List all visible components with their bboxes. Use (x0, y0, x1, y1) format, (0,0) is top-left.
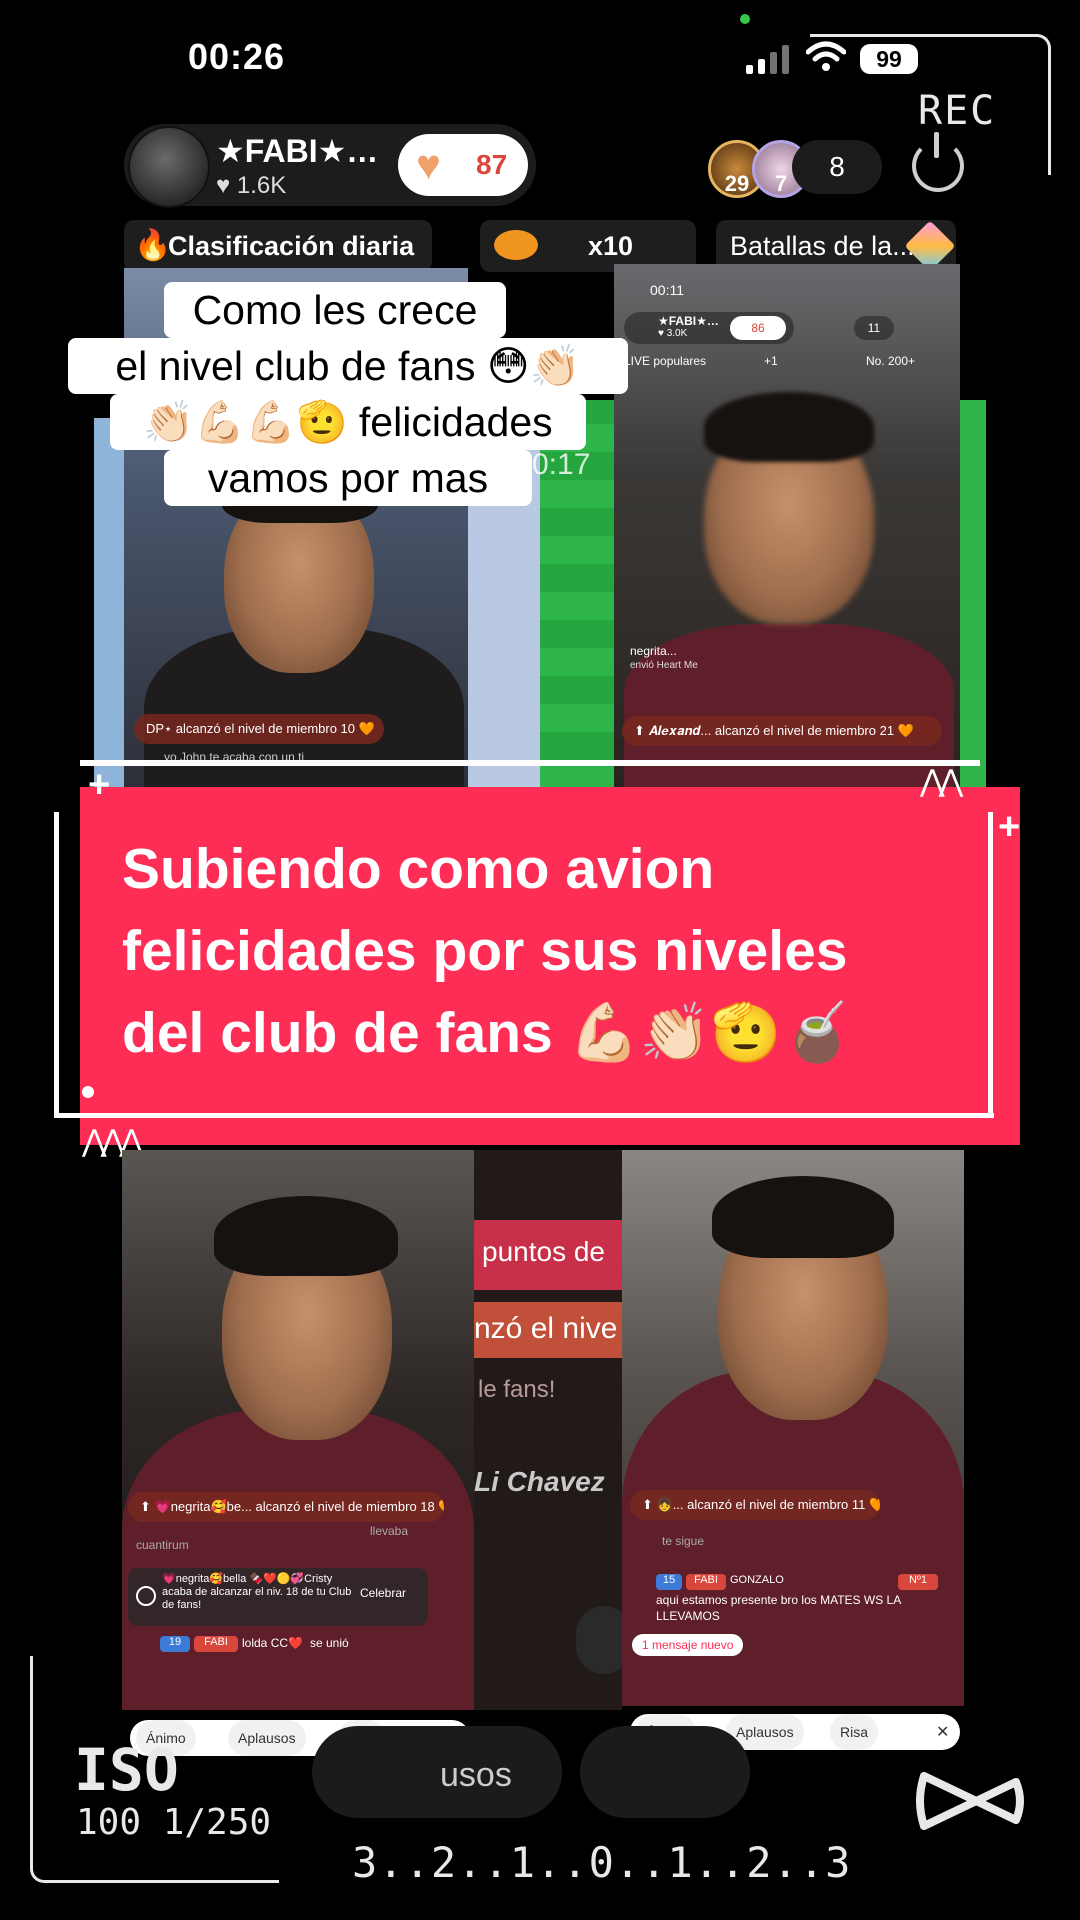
join-user: lolda CC❤️ (242, 1636, 303, 1650)
comment-user: GONZALO (730, 1574, 784, 1586)
plus-decoration: + (998, 806, 1021, 848)
reached-text: nzó el nive (474, 1312, 618, 1345)
capcut-logo-icon (916, 1772, 1024, 1830)
caption-line-1: Como les crece (164, 282, 506, 338)
points-text: puntos de (482, 1236, 605, 1267)
inner-rank: No. 200+ (866, 354, 916, 368)
inner-time: 00:11 (650, 282, 684, 298)
dot-decoration (82, 1086, 94, 1098)
join-text: se unió (310, 1636, 349, 1650)
level-badge: 19 (160, 1636, 190, 1652)
status-time: 00:26 (188, 36, 286, 77)
banner-line-1: Subiendo como avion (122, 837, 715, 901)
underlay-pill (312, 1726, 562, 1818)
banner-line-3: del club de fans 💪🏻👏🏻🫡🧉 (122, 1001, 853, 1065)
fire-icon: 🔥 (134, 229, 172, 262)
notice-text: acaba de alcanzar el niv. 18 de tu Club … (162, 1586, 352, 1611)
host-name: ★FABI★… (216, 133, 379, 169)
member-level-banner: DP⋆ alcanzó el nivel de miembro 10 🧡 (134, 714, 384, 744)
level-badge: 15 (656, 1574, 682, 1590)
rank-badge: Nº1 (898, 1574, 938, 1590)
new-message-button[interactable]: 1 mensaje nuevo (632, 1634, 744, 1656)
member-level-banner: ⬆ 👧... alcanzó el nivel de miembro 11 🧡 (630, 1490, 880, 1520)
inner-live-popular: LIVE populares (624, 354, 707, 368)
signal-icon (746, 44, 792, 74)
exposure-scale: 3..2..1..0..1..2..3 (352, 1838, 852, 1887)
banner-top-rule (80, 760, 980, 766)
comment-text: llevaba (370, 1524, 409, 1538)
live-video-tile-bottom-right[interactable]: ⬆ 👧... alcanzó el nivel de miembro 11 🧡 … (622, 1150, 964, 1706)
notice-user: 💗negrita🥰bella 🍫❤️🟡💞Cristy (162, 1573, 333, 1585)
celebrate-button[interactable]: Celebrar (360, 1586, 406, 1600)
inner-host-likes: ♥ 3.0K (658, 328, 688, 339)
host-avatar[interactable] (128, 126, 210, 208)
caption-line-4: vamos por mas (164, 450, 532, 506)
inner-host-name: ★FABI★… (658, 314, 719, 328)
member-level-banner: ⬆ 💗negrita🥰be... alcanzó el nivel de mie… (128, 1492, 444, 1522)
fan-badge: FABI (686, 1574, 726, 1590)
fans-text: le fans! (478, 1376, 556, 1403)
fan-club-count: 87 (476, 149, 508, 180)
comment-text: cuantirum (136, 1538, 189, 1552)
iso-label: ISO (74, 1736, 179, 1804)
live-video-tile-top-right[interactable]: 00:11 ★FABI★… ♥ 3.0K 86 11 LIVE populare… (614, 264, 960, 788)
camera-indicator-dot (740, 14, 750, 24)
inner-fan-club-count: 86 (730, 316, 786, 340)
banner-title: Subiendo como avion felicidades por sus … (122, 828, 992, 1074)
plus-decoration: + (88, 764, 111, 806)
iso-value: 100 1/250 (76, 1802, 272, 1843)
live-video-tile-bottom-left[interactable]: ⬆ 💗negrita🥰be... alcanzó el nivel de mie… (122, 1150, 474, 1710)
close-icon[interactable]: ✕ (936, 1722, 949, 1742)
fan-club-button[interactable]: ♥ 87 (398, 134, 528, 196)
follow-text: te sigue (662, 1534, 705, 1548)
gift-sender-name: negrita... (630, 644, 677, 658)
underlay-pill (580, 1726, 750, 1818)
heart-outline-icon (136, 1586, 156, 1606)
heart-icon: ♥ (416, 141, 441, 188)
background-strip (960, 400, 986, 788)
inner-gift-count: +1 (764, 354, 778, 368)
rec-label: REC (918, 88, 997, 134)
planet-icon (494, 230, 538, 260)
banner-frame-bottom (54, 1113, 994, 1118)
daily-ranking-label: Clasificación diaria (168, 231, 415, 261)
underlay-applause-text: usos (440, 1756, 512, 1794)
inner-viewer-count: 11 (854, 316, 894, 340)
banner-line-2: felicidades por sus niveles (122, 919, 848, 983)
caption-line-3: 👏🏻💪🏻💪🏻🫡 felicidades (110, 394, 586, 450)
reaction-laugh[interactable]: Risa (830, 1714, 879, 1750)
gift-sender-sub: envió Heart Me (630, 660, 698, 671)
zigzag-decoration: ⋀⋀ (920, 765, 963, 798)
comment-text: aqui estamos presente bro los MATES WS L… (656, 1593, 901, 1623)
banner-frame-left (54, 812, 59, 1118)
battles-label: Batallas de la... (730, 231, 915, 261)
background-strip (94, 418, 124, 788)
middle-timer: 0:17 (532, 448, 591, 481)
caption-line-2: el nivel club de fans 😳👏🏻 (68, 338, 628, 394)
viewer-count[interactable]: 8 (792, 140, 882, 194)
fan-badge: FABI (194, 1636, 238, 1652)
power-icon[interactable] (912, 132, 964, 192)
host-likes: ♥ 1.6K (216, 172, 287, 199)
member-level-banner: ⬆ 𝑨𝒍𝒆𝒙𝒂𝒏𝒅... alcanzó el nivel de miembro… (622, 716, 942, 746)
daily-ranking-chip[interactable]: 🔥 Clasificación diaria (124, 220, 432, 272)
gifter-name: Li Chavez (474, 1466, 605, 1497)
